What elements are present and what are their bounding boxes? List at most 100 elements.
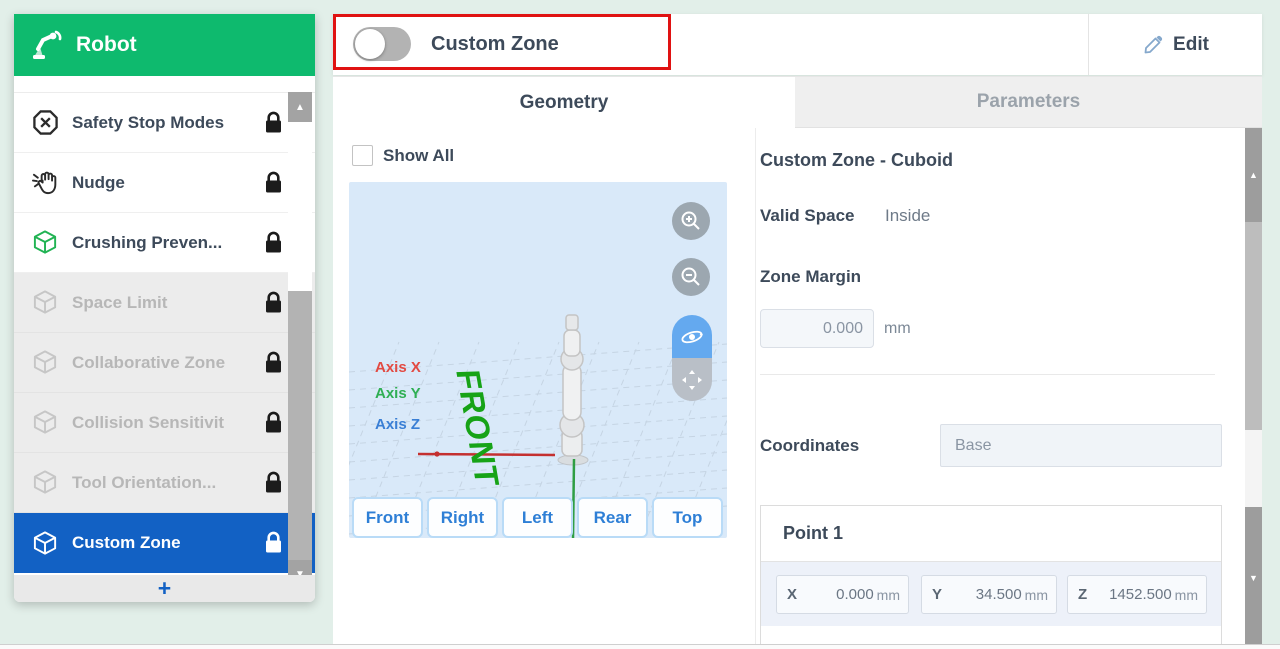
zone-margin-unit: mm (884, 309, 911, 348)
add-zone-button[interactable]: + (14, 575, 315, 602)
sidebar-scrollbar-thumb[interactable] (288, 291, 312, 560)
cube-icon (32, 409, 59, 436)
valid-space-value: Inside (885, 206, 930, 226)
panel-divider (755, 128, 756, 645)
scroll-up-arrow-icon[interactable]: ▲ (288, 92, 312, 122)
tab-geometry[interactable]: Geometry (333, 77, 795, 128)
custom-zone-toggle[interactable] (353, 27, 411, 61)
zone-margin-label: Zone Margin (760, 267, 861, 287)
sidebar-item-nudge[interactable]: Nudge (14, 153, 315, 213)
point-title: Point 1 (761, 506, 1221, 544)
y-unit: mm (1025, 587, 1048, 603)
orbit-rotate-icon (680, 325, 704, 349)
coordinates-select[interactable]: Base (940, 424, 1222, 467)
pan-arrows-icon (680, 368, 704, 392)
tab-parameters[interactable]: Parameters (795, 77, 1262, 128)
view-buttons: Front Right Left Rear Top (352, 497, 723, 538)
sidebar-item-crushing-prevention[interactable]: Crushing Preven... (14, 213, 315, 273)
custom-zone-toggle-bar: Custom Zone Edit (333, 14, 1262, 75)
edit-label: Edit (1173, 34, 1209, 56)
lock-icon (264, 351, 283, 374)
sidebar-item-label: Collaborative Zone (72, 353, 225, 373)
point-x-field[interactable]: X 0.000 mm (776, 575, 909, 614)
window-bottom-edge (0, 644, 1280, 649)
coordinates-label: Coordinates (760, 436, 859, 456)
properties-scrollbar[interactable]: ▲ ▼ (1245, 128, 1262, 649)
z-unit: mm (1175, 587, 1198, 603)
view-left-button[interactable]: Left (502, 497, 573, 538)
pan-view-button[interactable] (672, 358, 712, 401)
axis-x-label: Axis X (375, 359, 421, 376)
sidebar-item-collaborative-zone[interactable]: Collaborative Zone (14, 333, 315, 393)
sidebar-item-safety-stop-modes[interactable]: Safety Stop Modes (14, 93, 315, 153)
x-axis-label: X (787, 586, 797, 603)
geometry-panel: Show All (333, 128, 1262, 645)
lock-icon (264, 171, 283, 194)
sidebar-header: Robot (14, 14, 315, 76)
zoom-in-icon (680, 210, 702, 232)
point-z-field[interactable]: Z 1452.500 mm (1067, 575, 1207, 614)
zoom-out-button[interactable] (672, 258, 710, 296)
front-floor-label: FRONT (448, 369, 506, 487)
point-y-field[interactable]: Y 34.500 mm (921, 575, 1057, 614)
zone-type-title: Custom Zone - Cuboid (760, 150, 953, 171)
sidebar-item-label: Space Limit (72, 293, 167, 313)
scroll-up-arrow-icon[interactable]: ▲ (1245, 128, 1262, 222)
robot-arm-icon (30, 30, 64, 60)
sidebar-scrolled-item-sliver (14, 76, 315, 93)
stop-octagon-x-icon (32, 109, 59, 136)
view-top-button[interactable]: Top (652, 497, 723, 538)
lock-icon (264, 471, 283, 494)
z-value: 1452.500 (1109, 586, 1172, 603)
orbit-pan-control (672, 315, 712, 401)
lock-icon (264, 532, 283, 555)
pencil-icon (1142, 34, 1164, 56)
sidebar-item-tool-orientation[interactable]: Tool Orientation... (14, 453, 315, 513)
toggle-knob (355, 29, 385, 59)
sidebar-item-label: Custom Zone (72, 533, 181, 553)
sidebar-item-label: Safety Stop Modes (72, 113, 224, 133)
plus-icon: + (158, 577, 171, 600)
sidebar-item-custom-zone[interactable]: Custom Zone (14, 513, 315, 573)
show-all-label: Show All (383, 146, 454, 166)
show-all-control: Show All (352, 145, 454, 166)
zone-margin-input[interactable]: 0.000 (760, 309, 874, 348)
sidebar: Robot Safety Stop Modes Nudge Crushing P… (14, 14, 315, 602)
toggle-label: Custom Zone (431, 14, 559, 75)
view-front-button[interactable]: Front (352, 497, 423, 538)
lock-icon (264, 291, 283, 314)
section-divider (760, 374, 1215, 375)
tab-bar: Geometry Parameters (333, 76, 1262, 128)
lock-icon (264, 231, 283, 254)
robot-3d-scene: Axis X Axis Y Axis Z FRONT (349, 182, 727, 538)
cube-icon (32, 349, 59, 376)
view-rear-button[interactable]: Rear (577, 497, 648, 538)
edit-button[interactable]: Edit (1089, 14, 1262, 75)
axis-y-label: Axis Y (375, 385, 421, 402)
point-coordinates-row: X 0.000 mm Y 34.500 mm Z 1452.500 mm (761, 561, 1221, 626)
y-value: 34.500 (976, 586, 1022, 603)
zoom-out-icon (680, 266, 702, 288)
valid-space-label: Valid Space (760, 206, 855, 226)
scroll-down-arrow-icon[interactable]: ▼ (1245, 507, 1262, 649)
zoom-in-button[interactable] (672, 202, 710, 240)
sidebar-scrollbar[interactable]: ▲ ▼ (288, 78, 312, 588)
sidebar-item-collision-sensitivity[interactable]: Collision Sensitivit (14, 393, 315, 453)
lock-icon (264, 411, 283, 434)
lock-icon (264, 111, 283, 134)
nudge-hand-icon (32, 169, 59, 196)
cube-icon (32, 229, 59, 256)
show-all-checkbox[interactable] (352, 145, 373, 166)
sidebar-item-space-limit[interactable]: Space Limit (14, 273, 315, 333)
properties-scrollbar-thumb[interactable] (1245, 222, 1262, 430)
view-right-button[interactable]: Right (427, 497, 498, 538)
y-axis-label: Y (932, 586, 942, 603)
sidebar-title: Robot (76, 33, 137, 57)
rotate-view-button[interactable] (672, 315, 712, 358)
robot-3d-viewer[interactable]: Axis X Axis Y Axis Z FRONT (349, 182, 727, 538)
cube-icon (32, 469, 59, 496)
sidebar-item-label: Crushing Preven... (72, 233, 222, 253)
cube-icon (32, 530, 59, 557)
cube-icon (32, 289, 59, 316)
x-value: 0.000 (836, 586, 874, 603)
